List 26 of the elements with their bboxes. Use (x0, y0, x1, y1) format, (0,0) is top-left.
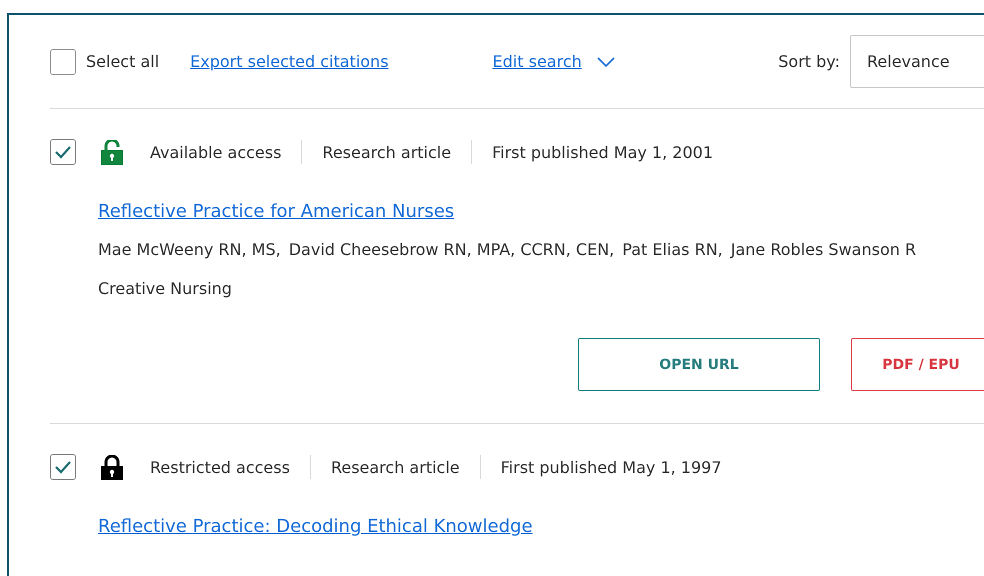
padlock-icon (100, 454, 124, 480)
article-type: Research article (330, 458, 460, 476)
checkbox[interactable] (50, 48, 76, 74)
article-type: Research article (322, 142, 452, 162)
journal-name: Creative Nursing (98, 279, 233, 298)
author-name: Mae McWeeny RN, MS, (98, 240, 281, 259)
author-name: Jane Robles Swanson R (730, 240, 916, 259)
access-label: Available access (150, 142, 282, 162)
publish-date: First published May 1, 2001 (492, 142, 713, 162)
checkbox[interactable] (50, 139, 76, 165)
unlocked-padlock-icon (100, 140, 124, 164)
edit-search-link[interactable]: Edit search (492, 52, 582, 71)
access-label: Restricted access (150, 458, 290, 476)
sort-select[interactable]: Relevance (850, 35, 984, 88)
pdf-button[interactable]: PDF / EPU (851, 338, 984, 391)
sort-label: Sort by: (778, 52, 840, 71)
publish-date: First published May 1, 1997 (500, 458, 722, 476)
author-name: Pat Elias RN, (622, 240, 723, 259)
article-title-link[interactable]: Reflective Practice: Decoding Ethical Knowledge (98, 516, 533, 537)
article-title-link[interactable]: Reflective Practice for American Nurses (98, 201, 454, 222)
author-name: David Cheesebrow RN, MPA, CCRN, CEN, (288, 240, 614, 259)
select-all-label: Select all (86, 52, 160, 71)
chevron-down-icon[interactable] (596, 55, 616, 68)
export-link[interactable]: Export selected citations (190, 52, 389, 71)
checkbox[interactable] (50, 454, 76, 480)
open-url-button[interactable]: OPEN URL (578, 338, 820, 391)
